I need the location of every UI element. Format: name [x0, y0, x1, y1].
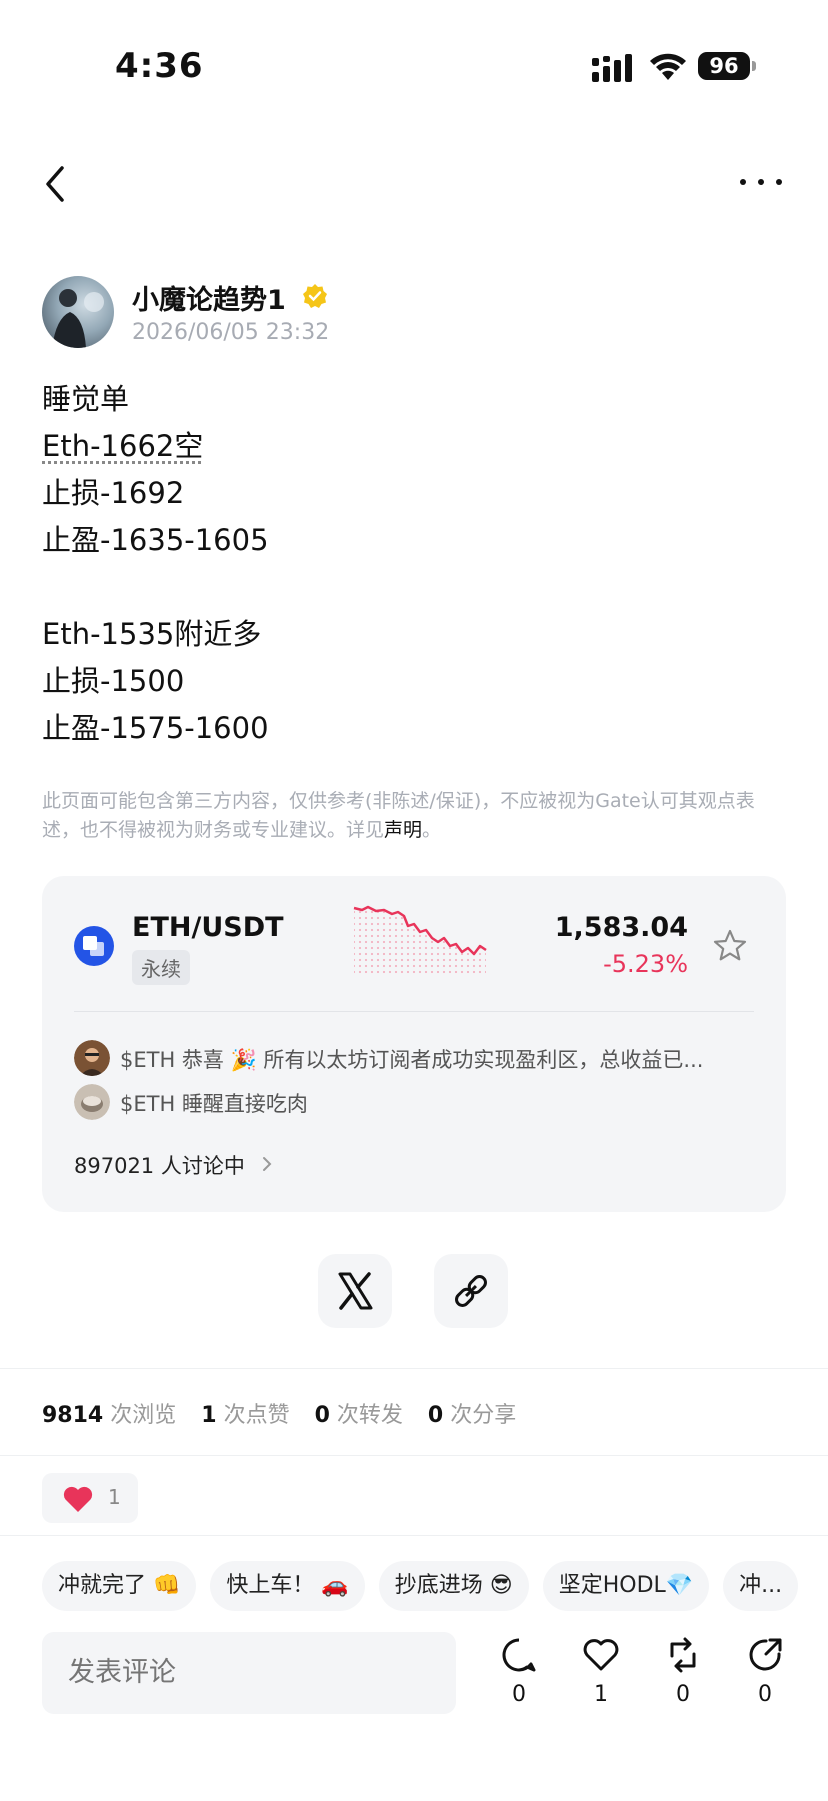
- reposts-label: 次转发: [336, 1403, 403, 1428]
- comment-input[interactable]: [42, 1632, 456, 1714]
- comment-button[interactable]: 0: [494, 1636, 544, 1707]
- post-line: 睡觉单: [42, 382, 130, 416]
- contract-type-tag: 永续: [132, 950, 190, 985]
- post-timestamp: 2026/06/05 23:32: [132, 320, 330, 345]
- market-card[interactable]: ETH/USDT 永续 1,583.04 -5.23% $ETH 恭喜 🎉 所有…: [42, 876, 786, 1212]
- repost-icon: [670, 1637, 696, 1673]
- post-content: 睡觉单 Eth-1662空 止损-1692 止盈-1635-1605 Eth-1…: [42, 376, 269, 752]
- card-divider: [74, 1011, 754, 1012]
- views-label: 次浏览: [110, 1403, 177, 1428]
- quick-reply-chip[interactable]: 坚定HODL💎: [542, 1561, 710, 1611]
- eth-coin-icon: [74, 926, 114, 966]
- like-count: 1: [594, 1682, 608, 1707]
- battery-tip: [752, 61, 756, 71]
- price-value: 1,583.04: [554, 912, 688, 943]
- post-line-eth-tag[interactable]: Eth-1662空: [42, 423, 269, 470]
- post-line: 止盈-1635-1605: [42, 523, 269, 557]
- post-line: 止损-1692: [42, 476, 185, 510]
- share-button[interactable]: 0: [740, 1636, 790, 1707]
- chevron-right-icon: [263, 1157, 272, 1171]
- share-icon: [749, 1638, 782, 1671]
- back-button[interactable]: [36, 160, 76, 208]
- quick-reply-chip[interactable]: 快上车！ 🚗: [210, 1561, 365, 1611]
- section-divider: [0, 1535, 828, 1536]
- quick-reply-chip[interactable]: 冲...: [723, 1561, 799, 1611]
- quick-reply-chips: 冲就完了 👊 快上车！ 🚗 抄底进场 😎 坚定HODL💎 冲...: [42, 1561, 828, 1611]
- discussion-count[interactable]: 897021 人讨论中: [74, 1150, 245, 1180]
- post-line: 止盈-1575-1600: [42, 711, 269, 745]
- link-icon: [455, 1275, 487, 1307]
- quick-reply-chip[interactable]: 冲就完了 👊: [42, 1561, 197, 1611]
- discussion-item[interactable]: $ETH 睡醒直接吃肉: [74, 1084, 764, 1120]
- author-avatar[interactable]: [42, 276, 114, 348]
- author-name[interactable]: 小魔论趋势1: [132, 278, 286, 317]
- post-stats: 9814 次浏览 1 次点赞 0 次转发 0 次分享: [42, 1397, 534, 1429]
- repost-count: 0: [676, 1682, 690, 1707]
- shares-label: 次分享: [450, 1403, 517, 1428]
- heart-reaction-count: 1: [108, 1485, 121, 1509]
- wifi-icon: [650, 53, 686, 80]
- disclaimer-end: 。: [422, 819, 442, 841]
- reposts-count: 0: [314, 1403, 330, 1428]
- views-count: 9814: [42, 1403, 104, 1428]
- discussion-text: $ETH 恭喜 🎉 所有以太坊订阅者成功实现盈利区，总收益已...: [120, 1048, 704, 1072]
- status-bar: 4:36 96: [0, 0, 828, 130]
- cellular-signal-icon: [592, 54, 632, 82]
- heart-icon: [63, 1486, 93, 1512]
- more-icon: [740, 179, 746, 185]
- favorite-star-button[interactable]: [712, 928, 748, 964]
- disclaimer-link[interactable]: 声明: [384, 819, 422, 841]
- heart-outline-icon: [583, 1639, 619, 1671]
- post-line: 止损-1500: [42, 664, 185, 698]
- disclaimer: 此页面可能包含第三方内容，仅供参考(非陈述/保证)，不应被视为Gate认可其观点…: [42, 787, 792, 845]
- discussion-avatar: [74, 1040, 110, 1076]
- section-divider: [0, 1368, 828, 1369]
- comment-count: 0: [512, 1682, 526, 1707]
- shares-count: 0: [427, 1403, 444, 1428]
- status-time: 4:36: [115, 46, 204, 86]
- verified-icon: [303, 284, 327, 308]
- quick-reply-chip[interactable]: 抄底进场 😎: [378, 1561, 529, 1611]
- price-change: -5.23%: [603, 950, 688, 978]
- trading-pair: ETH/USDT: [132, 912, 284, 943]
- likes-count: 1: [201, 1403, 217, 1428]
- section-divider: [0, 1455, 828, 1456]
- likes-label: 次点赞: [223, 1403, 290, 1428]
- more-options-button[interactable]: [738, 170, 786, 194]
- discussion-avatar: [74, 1084, 110, 1120]
- battery-indicator: 96: [698, 52, 750, 80]
- x-logo-icon: [338, 1272, 373, 1310]
- repost-button[interactable]: 0: [658, 1636, 708, 1707]
- copy-link-button[interactable]: [434, 1254, 508, 1328]
- share-count: 0: [758, 1682, 772, 1707]
- discussion-text: $ETH 睡醒直接吃肉: [120, 1092, 308, 1116]
- like-button[interactable]: 1: [576, 1636, 626, 1707]
- price-sparkline: [353, 905, 487, 976]
- post-line: Eth-1535附近多: [42, 617, 262, 651]
- avatar-image: [52, 289, 104, 348]
- discussion-item[interactable]: $ETH 恭喜 🎉 所有以太坊订阅者成功实现盈利区，总收益已...: [74, 1040, 764, 1076]
- share-to-x-button[interactable]: [318, 1254, 392, 1328]
- comment-icon: [502, 1638, 536, 1672]
- heart-reaction-pill[interactable]: 1: [42, 1473, 138, 1523]
